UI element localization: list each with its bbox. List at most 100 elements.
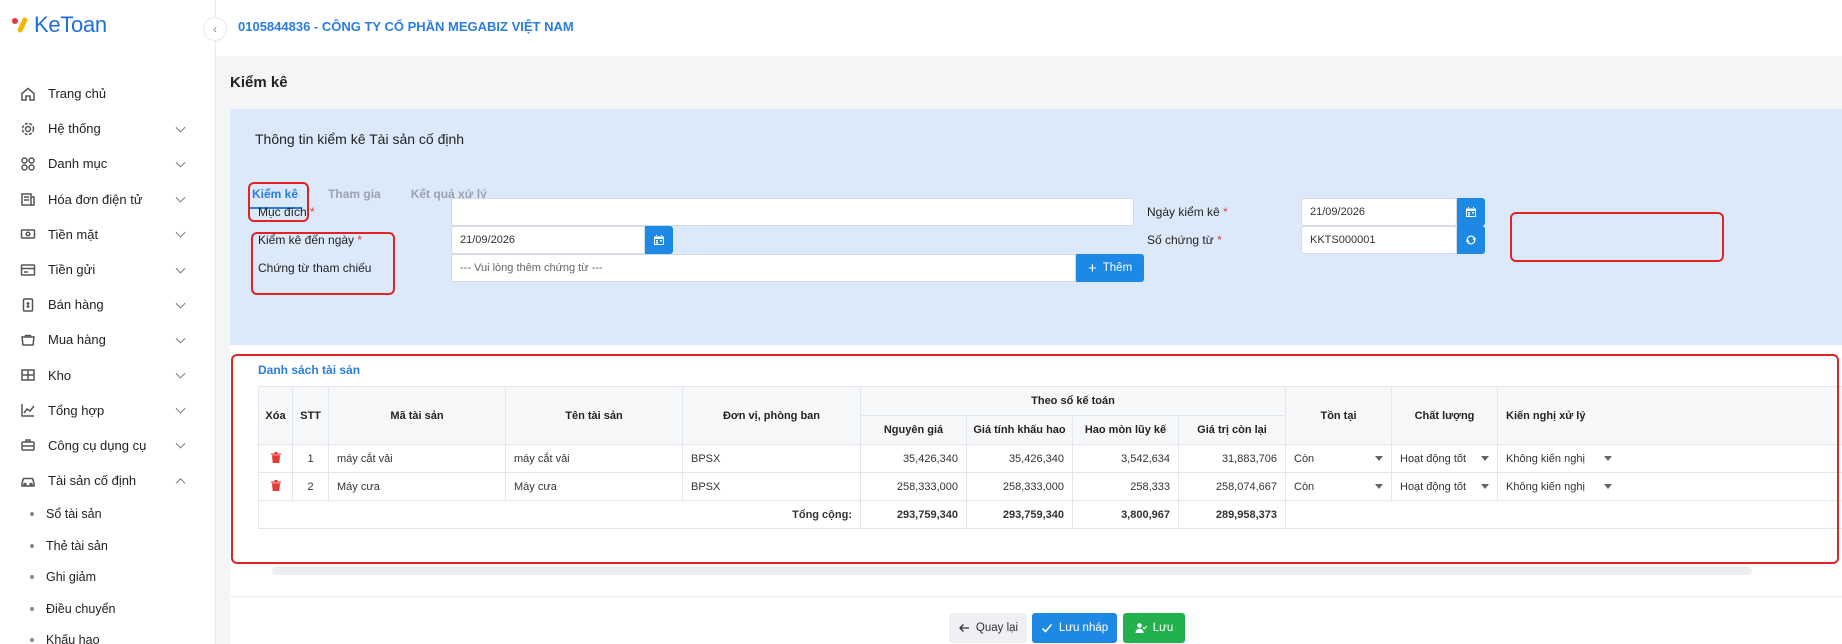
back-label: Quay lại xyxy=(975,622,1019,634)
calendar-icon xyxy=(654,235,664,245)
col-header-original-cost: Nguyên giá xyxy=(860,415,967,445)
submenu-item-depreciation[interactable]: Khấu hao xyxy=(0,624,216,644)
stt-cell: 1 xyxy=(292,444,329,473)
submenu-item-asset-card[interactable]: Thẻ tài sản xyxy=(0,530,216,562)
sidebar-collapse-button[interactable]: ‹ xyxy=(203,17,227,41)
chevron-down-icon xyxy=(175,192,186,203)
reference-doc-input[interactable]: --- Vui lòng thêm chứng từ --- xyxy=(451,254,1076,282)
total-empty-cell xyxy=(1285,500,1842,529)
save-draft-button[interactable]: Lưu nháp xyxy=(1032,613,1117,643)
add-reference-button[interactable]: + Thêm xyxy=(1076,254,1145,282)
sidebar-item-catalog[interactable]: Danh mục xyxy=(0,146,216,181)
asset-name-cell[interactable]: Máy cưa xyxy=(505,472,683,501)
until-date-calendar-button[interactable] xyxy=(645,226,673,254)
submenu-label: Sổ tài sản xyxy=(46,507,102,521)
sidebar-item-cash[interactable]: Tiền mặt xyxy=(0,217,216,252)
logo-mark-icon xyxy=(12,14,30,36)
sidebar-item-system[interactable]: Hệ thống xyxy=(0,111,216,146)
proposal-select[interactable]: Không kiến nghị xyxy=(1497,472,1842,501)
until-date-input[interactable]: 21/09/2026 xyxy=(451,226,645,254)
original-cost-cell: 258,333,000 xyxy=(860,472,967,501)
submenu-item-asset-book[interactable]: Sổ tài sản xyxy=(0,498,216,530)
sidebar-item-tools[interactable]: Công cụ dụng cụ xyxy=(0,428,216,463)
doc-number-input[interactable]: KKTS000001 xyxy=(1301,226,1457,254)
sidebar-item-purchase[interactable]: Mua hàng xyxy=(0,322,216,357)
required-mark: * xyxy=(1223,205,1228,219)
chevron-down-icon xyxy=(175,368,186,379)
col-header-accounting-group: Theo sổ kế toán xyxy=(860,386,1286,416)
save-button[interactable]: Lưu xyxy=(1123,613,1185,643)
sidebar-item-label: Mua hàng xyxy=(48,332,106,348)
info-title: Thông tin kiểm kê Tài sản cố định xyxy=(255,131,465,147)
doc-number-label: Số chứng từ * xyxy=(1147,233,1222,247)
sidebar-item-label: Hệ thống xyxy=(48,121,101,137)
exists-select[interactable]: Còn xyxy=(1285,472,1392,501)
submenu-item-reduce[interactable]: Ghi giảm xyxy=(0,561,216,593)
bullet-icon xyxy=(30,512,34,516)
bullet-icon xyxy=(30,638,34,642)
sidebar-item-label: Tổng hợp xyxy=(48,402,105,418)
horizontal-scrollbar[interactable] xyxy=(272,567,1752,575)
bullet-icon xyxy=(30,606,34,611)
trash-icon[interactable] xyxy=(271,451,281,463)
chevron-down-icon xyxy=(175,403,186,414)
original-cost-cell: 35,426,340 xyxy=(860,444,967,473)
sidebar-item-sales[interactable]: Bán hàng xyxy=(0,287,216,322)
grid-icon xyxy=(20,156,36,172)
back-button[interactable]: Quay lại xyxy=(949,613,1027,643)
info-panel: Thông tin kiểm kê Tài sản cố định Kiểm k… xyxy=(230,109,1842,345)
logo-text: KeToan xyxy=(34,12,107,37)
proposal-select[interactable]: Không kiến nghị xyxy=(1497,444,1842,473)
col-header-delete: Xóa xyxy=(258,386,293,445)
save-label: Lưu xyxy=(1152,622,1174,634)
bank-icon xyxy=(20,262,36,278)
accumulated-depreciation-cell: 258,333 xyxy=(1072,472,1179,501)
asset-code-cell[interactable]: máy cắt vải xyxy=(328,444,506,473)
bullet-icon xyxy=(30,543,34,548)
remaining-value-cell: 258,074,667 xyxy=(1178,472,1286,501)
sidebar-item-warehouse[interactable]: Kho xyxy=(0,358,216,393)
tab-participants[interactable]: Tham gia xyxy=(324,181,385,209)
sidebar-item-label: Danh mục xyxy=(48,156,108,172)
trash-icon[interactable] xyxy=(271,479,281,491)
asset-code-cell[interactable]: Máy cưa xyxy=(328,472,506,501)
sidebar-item-summary[interactable]: Tổng hợp xyxy=(0,393,216,428)
purpose-input[interactable] xyxy=(451,198,1134,226)
department-cell[interactable]: BPSX xyxy=(682,472,861,501)
car-icon xyxy=(20,473,36,489)
caret-down-icon xyxy=(1604,456,1612,461)
col-header-stt: STT xyxy=(292,386,329,445)
exists-select[interactable]: Còn xyxy=(1285,444,1392,473)
department-cell[interactable]: BPSX xyxy=(682,444,861,473)
sidebar-item-label: Công cụ dụng cụ xyxy=(48,437,147,453)
sidebar-item-label: Trang chủ xyxy=(48,86,107,102)
warehouse-icon xyxy=(20,367,36,383)
home-icon xyxy=(20,86,36,102)
inventory-date-label-text: Ngày kiểm kê xyxy=(1147,205,1220,219)
asset-name-cell[interactable]: máy cắt vải xyxy=(505,444,683,473)
chevron-down-icon xyxy=(175,157,186,168)
sidebar-item-fixed-assets[interactable]: Tài sản cố định xyxy=(0,463,216,498)
sidebar-item-label: Tiền mặt xyxy=(48,226,99,242)
quality-select[interactable]: Hoạt động tốt xyxy=(1391,472,1498,501)
refresh-doc-number-button[interactable] xyxy=(1457,226,1485,254)
caret-down-icon xyxy=(1375,456,1383,461)
sidebar-item-deposit[interactable]: Tiền gửi xyxy=(0,252,216,287)
asset-table: Xóa STT Mã tài sản Tên tài sản Đơn vị, p… xyxy=(258,386,1842,529)
col-header-quality: Chất lượng xyxy=(1391,386,1498,445)
sidebar-item-label: Tiền gửi xyxy=(48,262,96,278)
required-mark: * xyxy=(357,233,363,247)
inventory-date-calendar-button[interactable] xyxy=(1457,198,1485,226)
app-logo[interactable]: KeToan xyxy=(12,12,107,38)
inventory-date-input[interactable]: 21/09/2026 xyxy=(1301,198,1457,226)
plus-icon: + xyxy=(1088,259,1097,277)
total-original-cost: 293,759,340 xyxy=(860,500,967,529)
quality-select[interactable]: Hoạt động tốt xyxy=(1391,444,1498,473)
sidebar-item-label: Kho xyxy=(48,367,72,383)
company-name[interactable]: 0105844836 - CÔNG TY CỔ PHẦN MEGABIZ VIỆ… xyxy=(238,19,574,34)
caret-down-icon xyxy=(1481,456,1489,461)
delete-cell xyxy=(258,444,293,473)
submenu-item-transfer[interactable]: Điều chuyển xyxy=(0,593,216,625)
sidebar-item-home[interactable]: Trang chủ xyxy=(0,76,216,111)
sidebar-item-einvoice[interactable]: Hóa đơn điện tử xyxy=(0,182,216,217)
